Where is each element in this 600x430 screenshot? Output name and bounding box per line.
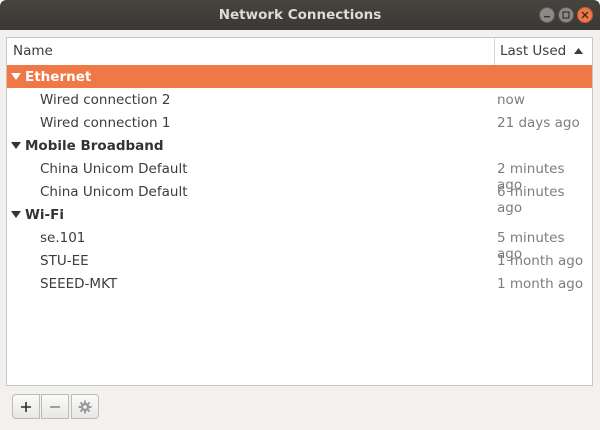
minimize-icon: [544, 16, 550, 18]
network-connections-window: Network Connections Name Last Used Ether…: [0, 0, 600, 430]
last-used: now: [497, 92, 525, 108]
column-header-name[interactable]: Name: [13, 43, 53, 59]
remove-connection-button[interactable]: [41, 394, 69, 419]
edit-connection-button[interactable]: [71, 394, 99, 419]
close-icon: [581, 11, 589, 19]
add-connection-button[interactable]: [12, 394, 40, 419]
connection-name: STU-EE: [40, 253, 89, 269]
triangle-down-icon[interactable]: [11, 142, 21, 149]
group-label: Wi-Fi: [25, 207, 64, 223]
group-label: Ethernet: [25, 69, 92, 85]
window-title: Network Connections: [218, 7, 382, 23]
plus-icon: [21, 402, 31, 412]
connection-row[interactable]: STU-EE 1 month ago: [7, 249, 592, 272]
connection-name: China Unicom Default: [40, 161, 188, 177]
triangle-down-icon[interactable]: [11, 211, 21, 218]
connections-list[interactable]: Name Last Used Ethernet Wired connection…: [6, 37, 593, 386]
maximize-button[interactable]: [558, 7, 574, 23]
connection-name: China Unicom Default: [40, 184, 188, 200]
minimize-button[interactable]: [539, 7, 555, 23]
connection-name: Wired connection 1: [40, 115, 171, 131]
triangle-down-icon[interactable]: [11, 73, 21, 80]
connection-row[interactable]: SEEED-MKT 1 month ago: [7, 272, 592, 295]
connection-row[interactable]: Wired connection 1 21 days ago: [7, 111, 592, 134]
gear-icon: [78, 400, 92, 414]
sort-ascending-icon[interactable]: [574, 48, 583, 54]
connection-name: Wired connection 2: [40, 92, 171, 108]
last-used: 1 month ago: [497, 276, 584, 292]
close-button[interactable]: [577, 7, 593, 23]
connection-row[interactable]: China Unicom Default 2 minutes ago: [7, 157, 592, 193]
group-row-mobile-broadband[interactable]: Mobile Broadband: [7, 134, 592, 157]
last-used: 21 days ago: [497, 115, 580, 131]
group-row-wifi[interactable]: Wi-Fi: [7, 203, 592, 226]
group-label: Mobile Broadband: [25, 138, 164, 154]
connection-name: se.101: [40, 230, 86, 246]
maximize-icon: [562, 11, 570, 19]
last-used: 1 month ago: [497, 253, 584, 269]
column-header-last-used[interactable]: Last Used: [500, 43, 566, 59]
minus-icon: [50, 406, 60, 408]
connection-row[interactable]: China Unicom Default 6 minutes ago: [7, 180, 592, 216]
connection-row[interactable]: se.101 5 minutes ago: [7, 226, 592, 262]
connection-name: SEEED-MKT: [40, 276, 118, 292]
list-header: Name Last Used: [7, 38, 592, 66]
title-bar[interactable]: Network Connections: [0, 0, 600, 30]
column-divider[interactable]: [494, 38, 495, 65]
connection-row[interactable]: Wired connection 2 now: [7, 88, 592, 111]
group-row-ethernet[interactable]: Ethernet: [7, 65, 592, 88]
